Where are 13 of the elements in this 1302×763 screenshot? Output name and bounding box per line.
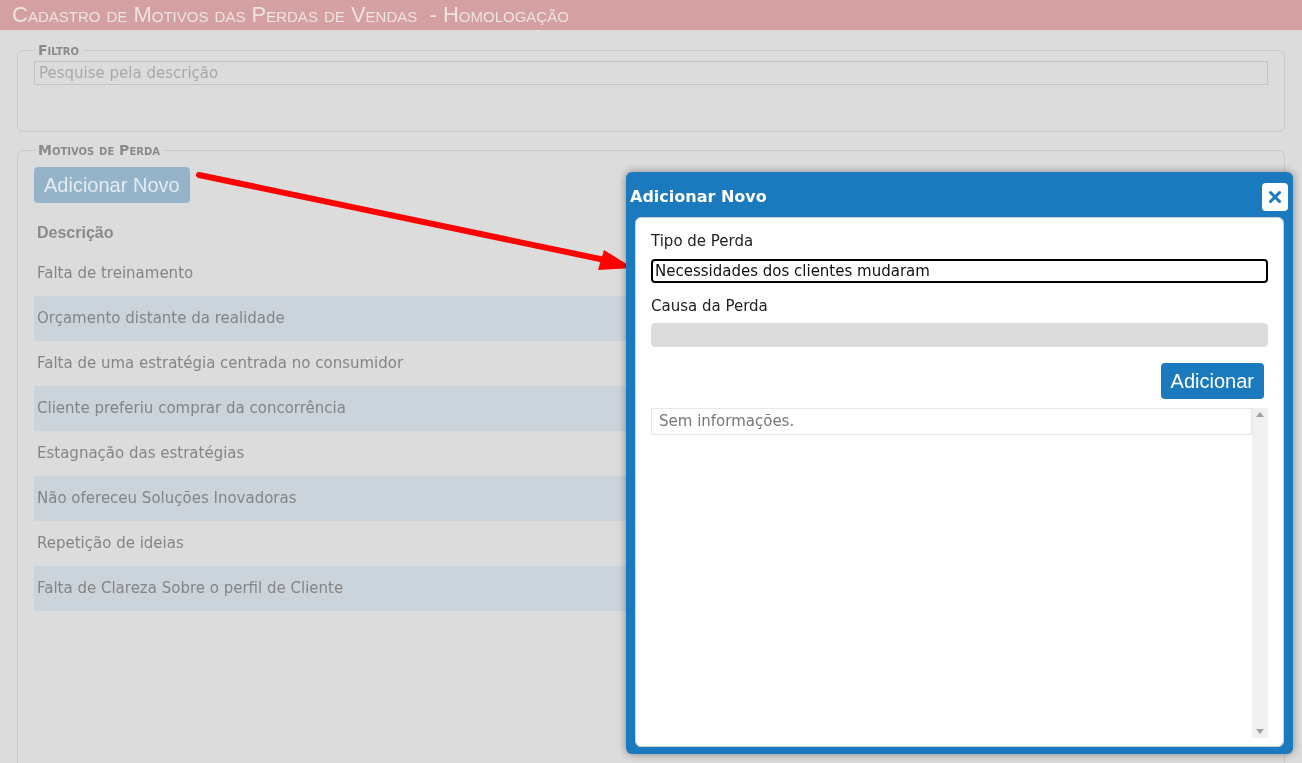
scroll-up-icon <box>1256 412 1264 417</box>
dialog-title: Adicionar Novo <box>630 185 767 208</box>
empty-message: Sem informações. <box>651 408 1252 435</box>
motivos-legend: Motivos de Perda <box>34 140 164 161</box>
scroll-down-icon <box>1256 729 1264 734</box>
text-field[interactable]: Necessidades dos clientes mudaram <box>651 258 1268 283</box>
field-label: Tipo de Perda <box>651 231 755 252</box>
add-button[interactable]: Adicionar <box>1160 363 1264 399</box>
field-label: Causa da Perda <box>651 295 769 317</box>
page-title: Cadastro de Motivos das Perdas de Vendas - Homologação <box>12 4 569 26</box>
column-header: Descrição <box>36 223 115 243</box>
close-button[interactable] <box>1262 182 1288 211</box>
filter-legend: Filtro <box>34 40 84 61</box>
